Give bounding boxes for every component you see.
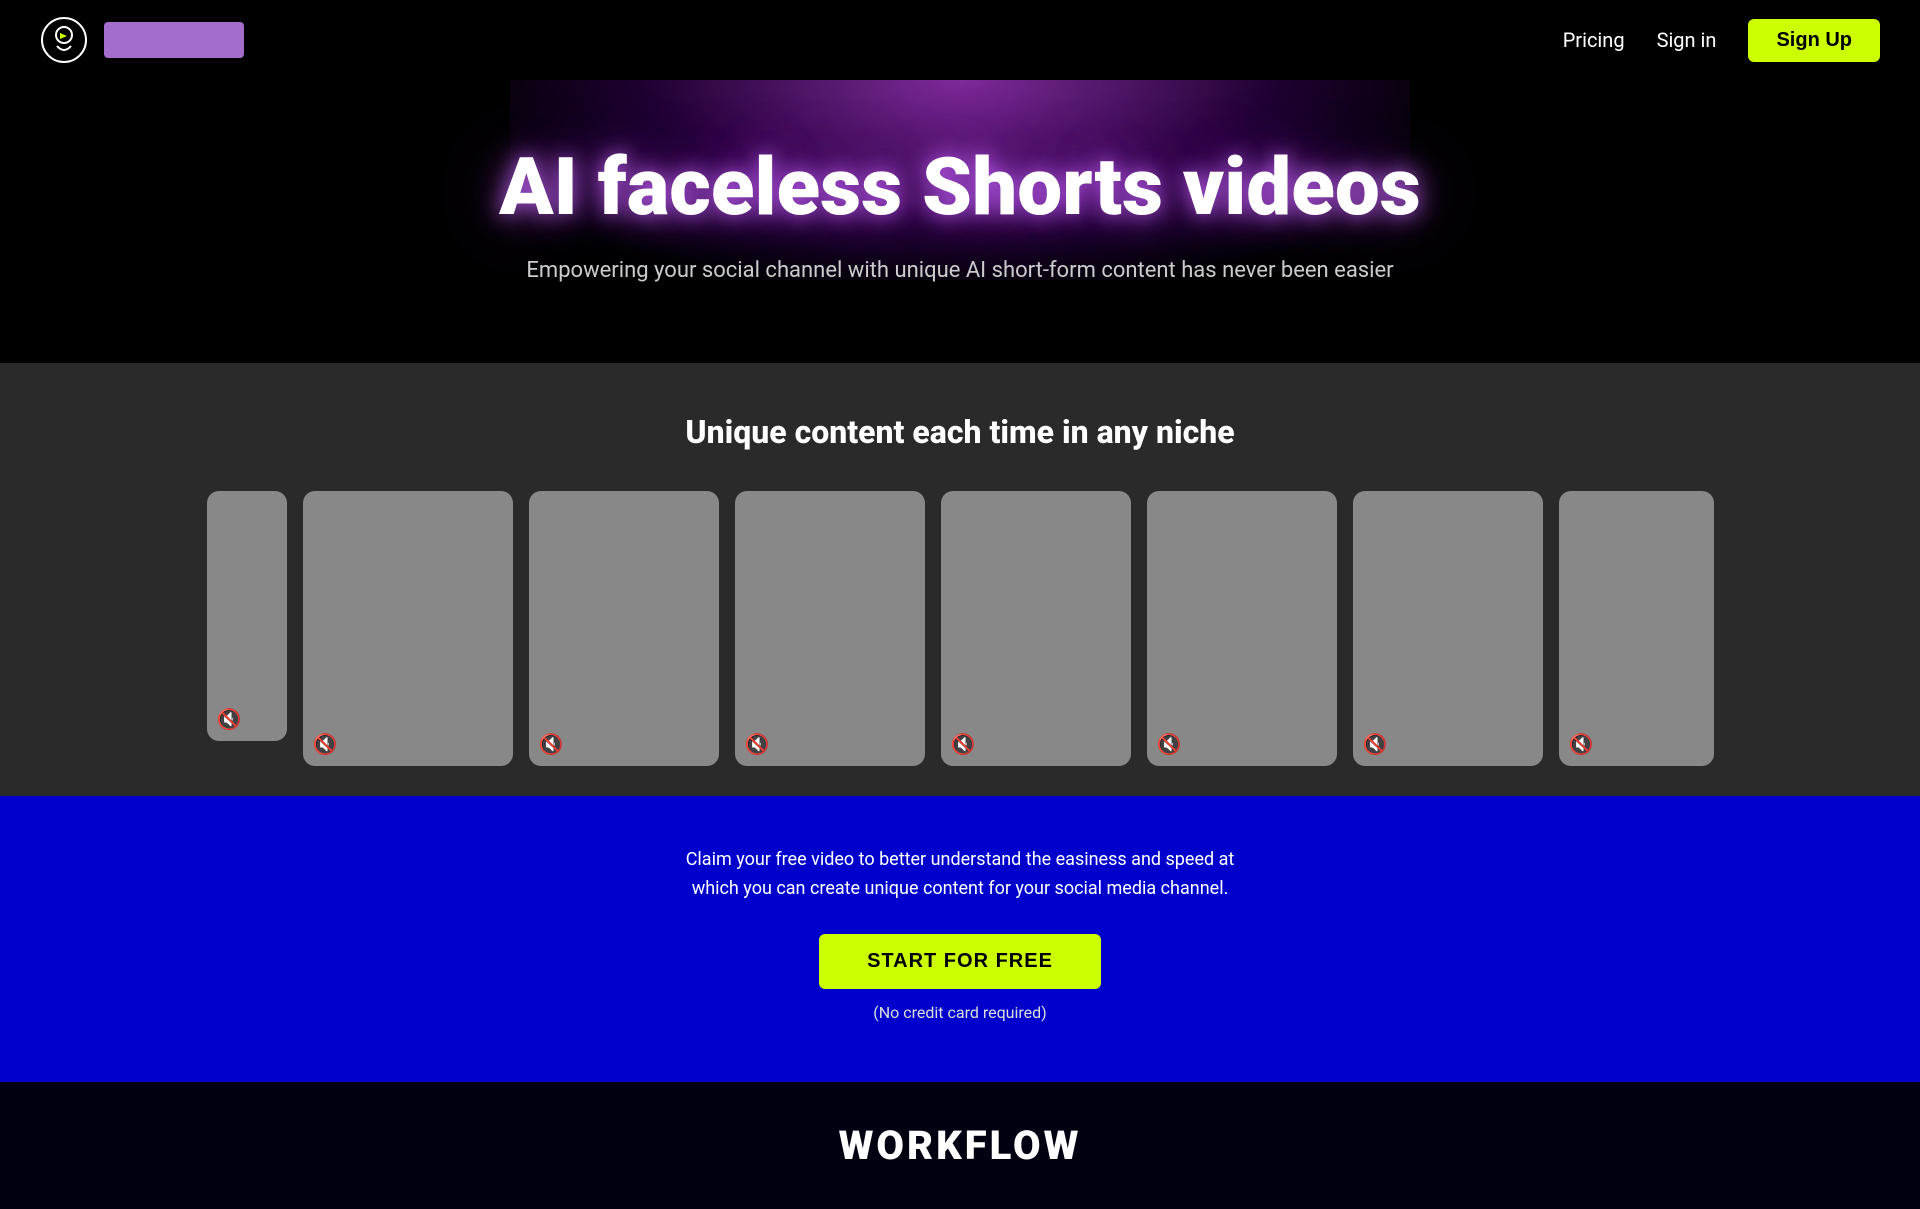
mute-icon[interactable]: 🔇 — [951, 732, 976, 756]
video-card: 🔇 — [735, 491, 925, 766]
pricing-link[interactable]: Pricing — [1563, 28, 1625, 52]
video-grid: 🔇 🔇 🔇 🔇 🔇 🔇 🔇 🔇 — [20, 491, 1900, 766]
start-free-button[interactable]: START FOR FREE — [819, 934, 1101, 989]
cta-description-line1: Claim your free video to better understa… — [686, 849, 1235, 870]
video-card: 🔇 — [529, 491, 719, 766]
hero-section: AI faceless Shorts videos Empowering you… — [0, 80, 1920, 363]
logo-text — [104, 22, 244, 58]
video-card: 🔇 — [207, 491, 287, 741]
signin-link[interactable]: Sign in — [1657, 28, 1717, 52]
logo-icon — [40, 16, 88, 64]
mute-icon[interactable]: 🔇 — [217, 707, 242, 731]
cta-description-line2: which you can create unique content for … — [692, 878, 1229, 899]
video-card: 🔇 — [1353, 491, 1543, 766]
video-card: 🔇 — [941, 491, 1131, 766]
hero-title: AI faceless Shorts videos — [40, 140, 1880, 234]
cta-description: Claim your free video to better understa… — [40, 846, 1880, 904]
video-card: 🔇 — [1147, 491, 1337, 766]
video-card: 🔇 — [1559, 491, 1714, 766]
mute-icon[interactable]: 🔇 — [1569, 732, 1594, 756]
navbar-right: Pricing Sign in Sign Up — [1563, 19, 1880, 62]
mute-icon[interactable]: 🔇 — [539, 732, 564, 756]
mute-icon[interactable]: 🔇 — [313, 732, 338, 756]
video-card: 🔇 — [303, 491, 513, 766]
workflow-title: WORKFLOW — [40, 1122, 1880, 1169]
workflow-section: WORKFLOW — [0, 1082, 1920, 1209]
signup-button[interactable]: Sign Up — [1748, 19, 1880, 62]
navbar-left — [40, 16, 244, 64]
navbar: Pricing Sign in Sign Up — [0, 0, 1920, 80]
content-section: Unique content each time in any niche 🔇 … — [0, 363, 1920, 796]
section-title: Unique content each time in any niche — [20, 413, 1900, 451]
hero-subtitle: Empowering your social channel with uniq… — [40, 258, 1880, 283]
cta-note: (No credit card required) — [40, 1003, 1880, 1022]
cta-section: Claim your free video to better understa… — [0, 796, 1920, 1082]
mute-icon[interactable]: 🔇 — [745, 732, 770, 756]
mute-icon[interactable]: 🔇 — [1363, 732, 1388, 756]
mute-icon[interactable]: 🔇 — [1157, 732, 1182, 756]
